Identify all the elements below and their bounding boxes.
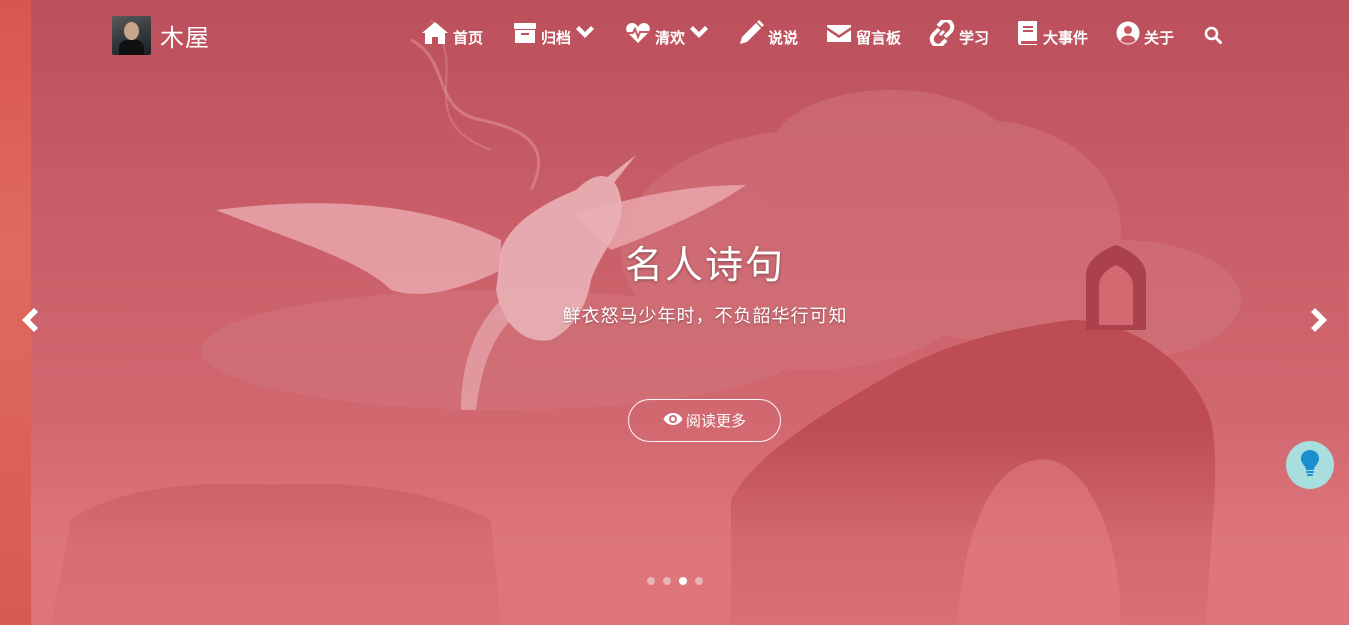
- home-icon: [421, 21, 449, 49]
- nav-item-about[interactable]: 关于: [1116, 21, 1174, 49]
- carousel-prev-button[interactable]: [19, 308, 39, 336]
- avatar[interactable]: [112, 15, 151, 55]
- read-more-button[interactable]: 阅读更多: [628, 399, 781, 442]
- envelope-icon: [826, 23, 852, 47]
- nav-item-events[interactable]: 大事件: [1017, 20, 1088, 50]
- search-button[interactable]: [1204, 26, 1222, 48]
- nav-item-home[interactable]: 首页: [421, 21, 483, 49]
- page: 木屋 首页 归档 清欢 说说 留言板 学习 大事件 关于 名人诗句 鲜衣怒马少年…: [0, 0, 1349, 625]
- read-more-label: 阅读更多: [685, 412, 746, 430]
- lightbulb-icon: [1300, 449, 1320, 481]
- heartbeat-icon: [625, 22, 651, 48]
- carousel-indicators: [647, 577, 703, 585]
- chevron-right-icon: [1310, 308, 1330, 336]
- nav-item-label: 说说: [768, 28, 799, 47]
- nav-item-label: 留言板: [856, 28, 902, 47]
- nav-item-qinghuan[interactable]: 清欢: [625, 22, 709, 48]
- carousel-next-button[interactable]: [1310, 308, 1330, 336]
- nav-item-shuoshuo[interactable]: 说说: [738, 20, 798, 50]
- nav-item-label: 清欢: [655, 28, 686, 47]
- carousel-indicator-4[interactable]: [695, 577, 703, 585]
- floating-tip-button[interactable]: [1286, 441, 1334, 489]
- link-icon: [929, 18, 955, 50]
- brand-name[interactable]: 木屋: [160, 18, 210, 53]
- carousel-indicator-3[interactable]: [679, 577, 687, 585]
- search-icon: [1204, 26, 1222, 48]
- nav-item-guestbook[interactable]: 留言板: [826, 23, 901, 47]
- nav-item-archive[interactable]: 归档: [513, 22, 595, 48]
- pencil-icon: [738, 20, 764, 50]
- archive-icon: [513, 22, 537, 48]
- chevron-down-icon[interactable]: [575, 26, 595, 44]
- brand[interactable]: 木屋: [112, 15, 210, 55]
- eye-icon: [663, 412, 686, 430]
- chevron-down-icon[interactable]: [689, 26, 709, 44]
- nav-item-label: 学习: [959, 28, 990, 47]
- navbar: 木屋 首页 归档 清欢 说说 留言板 学习 大事件 关于: [0, 0, 1349, 72]
- nav-item-study[interactable]: 学习: [929, 18, 990, 50]
- hero-subtitle: 鲜衣怒马少年时，不负韶华行可知: [562, 306, 848, 327]
- chevron-left-icon: [19, 308, 39, 336]
- hero-title: 名人诗句: [624, 243, 785, 287]
- carousel-indicator-2[interactable]: [663, 577, 671, 585]
- nav-item-label: 大事件: [1043, 28, 1089, 47]
- book-icon: [1017, 20, 1039, 50]
- nav-item-label: 关于: [1144, 28, 1175, 47]
- nav-item-label: 首页: [453, 28, 484, 47]
- carousel-indicator-1[interactable]: [647, 577, 655, 585]
- fog-overlay: [31, 425, 1349, 625]
- user-circle-icon: [1116, 21, 1140, 49]
- nav-item-label: 归档: [541, 28, 572, 47]
